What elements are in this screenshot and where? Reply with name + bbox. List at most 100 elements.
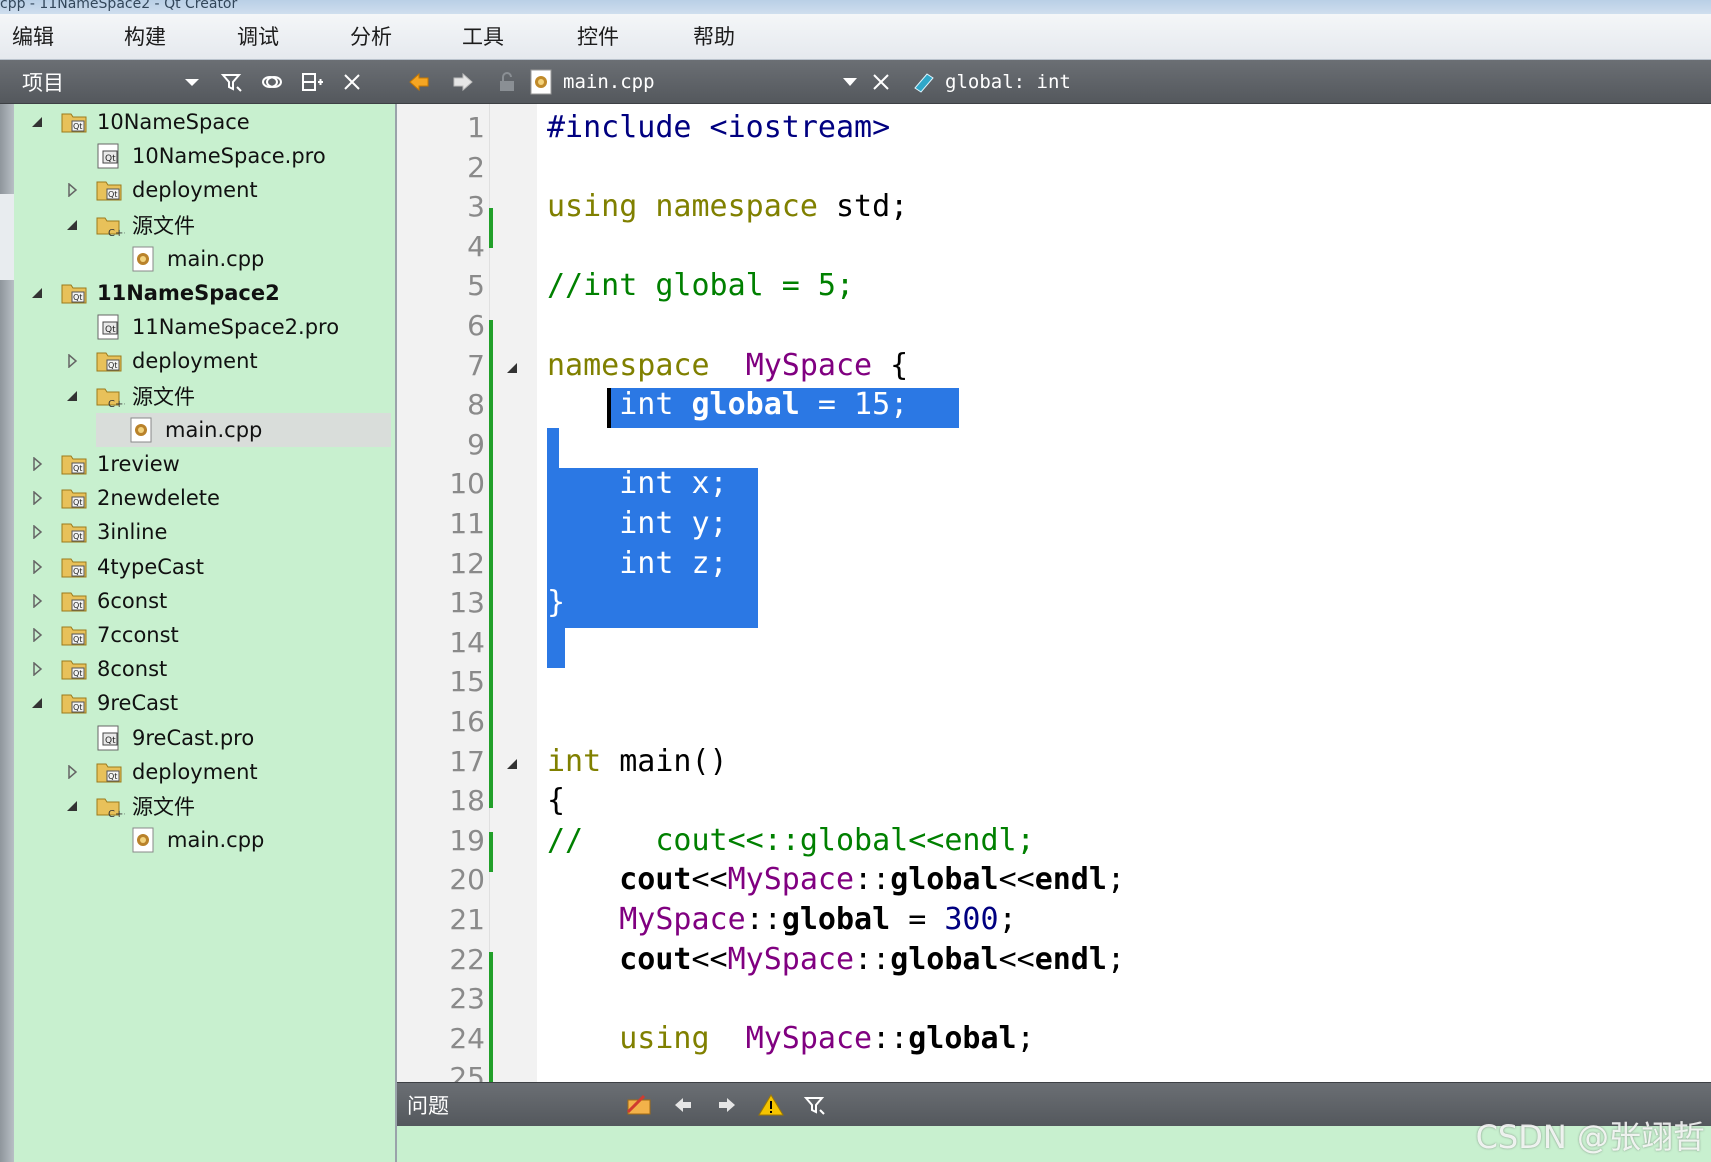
tree-item[interactable]: Qt 11NameSpace2.pro: [63, 310, 393, 344]
tree-item[interactable]: Qt 11NameSpace2: [28, 276, 393, 310]
clear-issues-icon[interactable]: [617, 1083, 661, 1127]
code-token: cout: [619, 862, 692, 898]
tree-scroll-handle[interactable]: [0, 194, 14, 280]
warning-icon[interactable]: [749, 1083, 793, 1127]
collapse-arrow-icon[interactable]: [28, 489, 46, 507]
tree-item[interactable]: Qt 6const: [28, 584, 393, 618]
filter-icon[interactable]: [212, 62, 252, 102]
expand-arrow-icon[interactable]: [28, 113, 46, 131]
fold-arrow-icon[interactable]: [505, 756, 519, 770]
tree-item[interactable]: C++ 源文件: [63, 789, 393, 823]
split-icon[interactable]: [292, 62, 332, 102]
tree-item[interactable]: main.cpp: [96, 412, 391, 447]
collapse-arrow-icon[interactable]: [63, 181, 81, 199]
change-marker: [489, 832, 493, 872]
fold-arrow-icon[interactable]: [505, 360, 519, 374]
change-marker: [489, 952, 493, 1082]
tree-item[interactable]: main.cpp: [98, 242, 393, 276]
svg-text:Qt: Qt: [105, 154, 116, 164]
code-editor[interactable]: 1 #include <iostream> 2 3 using namespace st…: [397, 104, 1711, 1082]
qt-project-icon: Qt: [60, 554, 88, 580]
tree-item[interactable]: Qt 10NameSpace.pro: [63, 139, 393, 173]
line-number: 21: [449, 903, 485, 936]
qt-project-icon: Qt: [60, 451, 88, 477]
tree-item[interactable]: Qt 9reCast: [28, 686, 393, 720]
svg-text:C++: C++: [108, 809, 125, 819]
filter-icon[interactable]: [793, 1083, 837, 1127]
window-title-bar: cpp - 11NameSpace2 - Qt Creator: [0, 0, 1711, 14]
tree-item[interactable]: main.cpp: [98, 823, 393, 857]
menu-item[interactable]: 帮助: [693, 14, 735, 60]
menu-item[interactable]: 分析: [350, 14, 392, 60]
project-panel-header: 项目: [0, 60, 397, 104]
back-arrow-icon[interactable]: [397, 60, 441, 104]
tree-item-label: 4typeCast: [97, 554, 204, 579]
menu-item[interactable]: 构建: [124, 14, 166, 60]
symbol-combo[interactable]: global: int: [911, 70, 1071, 94]
expand-arrow-icon[interactable]: [63, 216, 81, 234]
symbol-diamond-icon: [914, 72, 934, 93]
tree-item[interactable]: Qt 10NameSpace: [28, 105, 393, 139]
tree-item[interactable]: Qt 2newdelete: [28, 481, 393, 515]
svg-text:C++: C++: [108, 399, 125, 409]
collapse-arrow-icon[interactable]: [63, 352, 81, 370]
svg-text:Qt: Qt: [108, 190, 117, 199]
collapse-arrow-icon[interactable]: [28, 455, 46, 473]
previous-issue-icon[interactable]: [661, 1083, 705, 1127]
next-issue-icon[interactable]: [705, 1083, 749, 1127]
open-file-combo[interactable]: main.cpp: [529, 60, 859, 104]
line-number: 1: [467, 111, 485, 144]
close-panel-icon[interactable]: [332, 62, 372, 102]
tree-item[interactable]: Qt 8const: [28, 652, 393, 686]
collapse-arrow-icon[interactable]: [28, 660, 46, 678]
line-number: 13: [449, 586, 485, 620]
svg-text:Qt: Qt: [105, 736, 116, 746]
tree-item[interactable]: Qt deployment: [63, 755, 393, 789]
menu-item[interactable]: 调试: [237, 14, 279, 60]
close-file-icon[interactable]: [859, 60, 903, 104]
panel-dropdown-icon[interactable]: [172, 62, 212, 102]
forward-arrow-icon[interactable]: [441, 60, 485, 104]
tree-item[interactable]: Qt deployment: [63, 173, 393, 207]
collapse-arrow-icon[interactable]: [63, 763, 81, 781]
tree-item[interactable]: Qt 4typeCast: [28, 550, 393, 584]
code-token: global: [890, 862, 999, 898]
menu-item[interactable]: 控件: [577, 14, 619, 60]
pro-file-icon: Qt: [95, 143, 123, 169]
tree-item[interactable]: Qt 3inline: [28, 515, 393, 549]
expand-arrow-icon[interactable]: [63, 797, 81, 815]
tree-item-label: main.cpp: [165, 417, 263, 442]
collapse-arrow-icon[interactable]: [28, 558, 46, 576]
tree-item[interactable]: Qt 1review: [28, 447, 393, 481]
link-editor-icon[interactable]: [252, 62, 292, 102]
svg-text:Qt: Qt: [105, 325, 116, 335]
line-number: 6: [467, 309, 485, 342]
expand-arrow-icon[interactable]: [28, 694, 46, 712]
tree-item[interactable]: Qt deployment: [63, 344, 393, 378]
code-token: ::: [872, 1020, 909, 1056]
expand-arrow-icon[interactable]: [63, 387, 81, 405]
collapse-arrow-icon[interactable]: [28, 592, 46, 610]
expand-arrow-icon[interactable]: [28, 284, 46, 302]
tree-item-label: 源文件: [132, 384, 195, 409]
menu-item[interactable]: 编辑: [12, 14, 54, 60]
source-folder-icon: C++: [95, 383, 132, 410]
code-token: {: [547, 783, 566, 819]
tree-item[interactable]: Qt 7cconst: [28, 618, 393, 652]
line-number: 10: [449, 467, 485, 501]
collapse-arrow-icon[interactable]: [28, 626, 46, 644]
tree-item[interactable]: C++ 源文件: [63, 208, 393, 242]
menu-item[interactable]: 工具: [462, 14, 504, 60]
collapse-arrow-icon[interactable]: [28, 523, 46, 541]
tree-item-label: 8const: [97, 657, 168, 682]
code-token: int: [547, 387, 692, 423]
tree-item[interactable]: C++ 源文件: [63, 379, 393, 413]
tree-item[interactable]: Qt 9reCast.pro: [63, 721, 393, 755]
lock-icon[interactable]: [485, 60, 529, 104]
line-number: 3: [467, 190, 485, 224]
code-token: ;: [1106, 862, 1125, 898]
